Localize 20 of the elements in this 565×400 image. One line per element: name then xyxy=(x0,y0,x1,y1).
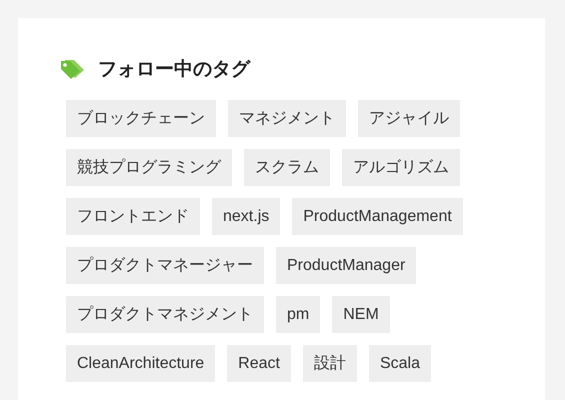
tag-link[interactable]: プロダクトマネジメント xyxy=(66,296,264,333)
tag-link[interactable]: 競技プログラミング xyxy=(66,149,232,186)
tags-icon xyxy=(60,59,86,79)
card-title: フォロー中のタグ xyxy=(98,58,250,82)
tag-link[interactable]: 設計 xyxy=(302,345,357,382)
tag-link[interactable]: プロダクトマネージャー xyxy=(66,247,264,284)
tag-link[interactable]: Scala xyxy=(368,345,431,382)
tag-link[interactable]: フロントエンド xyxy=(66,198,200,235)
tag-link[interactable]: pm xyxy=(276,296,320,333)
tag-link[interactable]: CleanArchitecture xyxy=(66,345,216,382)
tag-link[interactable]: スクラム xyxy=(244,149,330,186)
tag-link[interactable]: アルゴリズム xyxy=(342,149,460,186)
tag-link[interactable]: ProductManagement xyxy=(292,198,463,235)
tag-link[interactable]: アジャイル xyxy=(358,100,460,137)
tag-link[interactable]: React xyxy=(227,345,291,382)
tag-link[interactable]: マネジメント xyxy=(228,100,346,137)
tag-link[interactable]: ブロックチェーン xyxy=(66,100,216,137)
tag-link[interactable]: NEM xyxy=(332,296,390,333)
tag-link[interactable]: ProductManager xyxy=(276,247,416,284)
tag-link[interactable]: next.js xyxy=(212,198,280,235)
